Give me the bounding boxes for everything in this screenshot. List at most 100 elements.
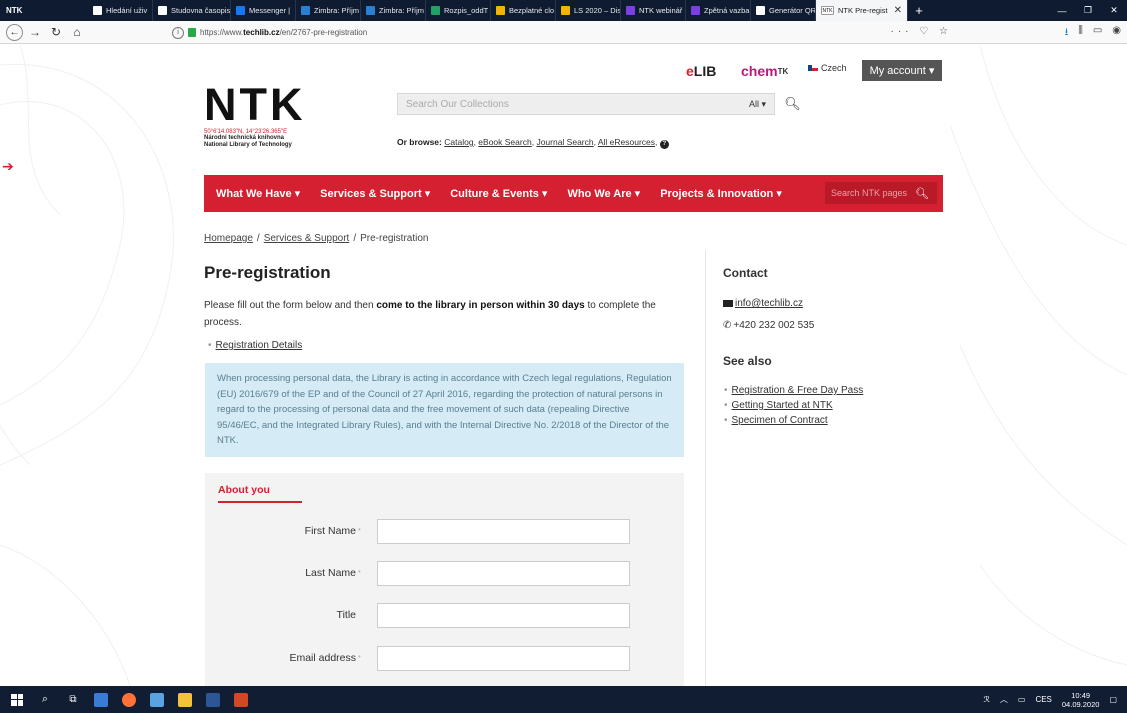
menu-who-we-are[interactable]: Who We Are ▾ — [567, 187, 640, 200]
browse-eresources-link[interactable]: All eResources — [598, 137, 655, 147]
my-account-button[interactable]: My account ▾ — [862, 60, 942, 81]
close-window-icon[interactable]: ✕ — [1101, 5, 1127, 16]
windows-taskbar: ⌕ ⧉ ℛ ︿ ▭ CES 10:49 04.09.2020 ▢ — [0, 686, 1127, 713]
url-host: techlib.cz — [243, 28, 280, 37]
email-field[interactable] — [377, 646, 630, 671]
taskbar-app-word[interactable] — [202, 690, 224, 710]
browser-tab[interactable]: Messenger | — [231, 0, 296, 21]
list-item: • Getting Started at NTK — [724, 400, 833, 411]
elib-link[interactable]: e LIB — [686, 63, 716, 79]
search-icon[interactable]: 🔍︎ — [779, 93, 806, 115]
browser-tab[interactable]: Zimbra: Příjm — [296, 0, 361, 21]
first-name-label: First Name — [304, 525, 356, 537]
menu-what-we-have[interactable]: What We Have ▾ — [216, 187, 300, 200]
reload-icon[interactable]: ↻ — [47, 23, 65, 41]
browse-journal-link[interactable]: Journal Search — [536, 137, 593, 147]
search-icon[interactable]: ⌕ — [34, 690, 56, 710]
extension-icon[interactable]: ◉ — [1112, 25, 1121, 42]
tab-active-label: NTK Pre-regist — [838, 6, 888, 15]
site-info-icon[interactable]: i — [172, 26, 184, 39]
contact-phone: ✆ +420 232 002 535 — [723, 320, 814, 331]
breadcrumb-current: Pre-registration — [360, 233, 429, 244]
input-language[interactable]: CES — [1035, 695, 1051, 704]
browser-tab[interactable]: NTK webinář — [621, 0, 686, 21]
title-field[interactable] — [377, 603, 630, 628]
taskbar-app-paint[interactable] — [146, 690, 168, 710]
people-icon[interactable]: ℛ — [983, 695, 989, 704]
start-button[interactable] — [6, 690, 28, 710]
task-view-icon[interactable]: ⧉ — [62, 690, 84, 710]
browser-tab[interactable]: LS 2020 – Disk — [556, 0, 621, 21]
language-switch[interactable]: Czech — [808, 63, 847, 73]
forward-icon[interactable]: → — [26, 23, 44, 41]
collections-search-input[interactable] — [398, 94, 749, 114]
see-also-registration-link[interactable]: Registration & Free Day Pass — [732, 385, 864, 396]
download-icon[interactable]: ⭳ — [1065, 25, 1069, 42]
tab-favicon-icon — [691, 6, 700, 15]
notifications-icon[interactable]: ▢ — [1109, 695, 1117, 704]
taskbar-app-remote[interactable] — [90, 690, 112, 710]
list-item: • Registration & Free Day Pass — [724, 385, 864, 396]
tab-favicon-icon — [301, 6, 310, 15]
breadcrumb-section[interactable]: Services & Support — [264, 233, 350, 244]
see-also-specimen-link[interactable]: Specimen of Contract — [732, 415, 828, 426]
browser-tab[interactable]: Zpětná vazba — [686, 0, 751, 21]
ntk-logo[interactable]: NTK 50°6'14.083"N, 14°23'26.365"E Národn… — [204, 82, 305, 149]
search-scope-select[interactable]: All ▾ — [749, 99, 774, 110]
clock[interactable]: 10:49 04.09.2020 — [1062, 691, 1100, 709]
email-link[interactable]: info@techlib.cz — [735, 298, 803, 309]
clock-date: 04.09.2020 — [1061, 699, 1100, 709]
restore-icon[interactable]: ❐ — [1075, 5, 1101, 16]
minimize-icon[interactable]: — — [1049, 6, 1075, 16]
taskbar-app-explorer[interactable] — [174, 690, 196, 710]
taskbar-app-firefox[interactable] — [118, 690, 140, 710]
tab-favicon-icon — [431, 6, 440, 15]
taskbar-app-powerpoint[interactable] — [230, 690, 252, 710]
list-item: • Specimen of Contract — [724, 415, 828, 426]
url-prefix: https://www. — [200, 28, 244, 37]
title-label: Title — [336, 609, 356, 621]
back-icon[interactable]: ← — [6, 23, 23, 41]
sidebar-icon[interactable]: ▭ — [1093, 25, 1102, 42]
first-name-field[interactable] — [377, 519, 630, 544]
browser-tab[interactable]: Studovna časopis — [153, 0, 231, 21]
browse-catalog-link[interactable]: Catalog — [444, 137, 473, 147]
site-search-input[interactable] — [825, 183, 915, 203]
menu-services-support[interactable]: Services & Support ▾ — [320, 187, 430, 200]
paint-icon — [150, 692, 164, 707]
library-icon[interactable]: ⫼ — [1078, 25, 1083, 42]
browser-tab[interactable]: Rozpis_oddT — [426, 0, 491, 21]
menu-projects-innovation[interactable]: Projects & Innovation ▾ — [660, 187, 782, 200]
browser-navbar: ← → ↻ ⌂ i https://www. techlib.cz/en/2767… — [0, 21, 1127, 44]
help-icon[interactable]: ? — [659, 140, 669, 149]
logo-name-en: National Library of Technology — [204, 142, 292, 148]
browser-tab[interactable]: Generátor QR — [751, 0, 816, 21]
network-icon[interactable]: ▭ — [1018, 695, 1026, 704]
last-name-field[interactable] — [377, 561, 630, 586]
browser-tab-label: Zimbra: Příjm — [379, 6, 424, 15]
browser-tab[interactable]: Bezplatné clo — [491, 0, 556, 21]
tab-close-icon[interactable]: ✕ — [894, 5, 902, 16]
browser-tab[interactable]: Hledání uživ — [88, 0, 153, 21]
tab-active[interactable]: NTK NTK Pre-regist ✕ — [816, 0, 908, 21]
chemtk-link[interactable]: chem TK — [741, 63, 788, 79]
site-search-icon[interactable]: 🔍︎ — [915, 187, 929, 200]
required-marker: • — [358, 525, 361, 534]
required-marker: • — [358, 652, 361, 661]
menu-culture-events[interactable]: Culture & Events ▾ — [450, 187, 547, 200]
home-icon[interactable]: ⌂ — [68, 23, 86, 41]
url-bar[interactable]: i https://www. techlib.cz/en/2767-pre-reg… — [172, 23, 960, 42]
browser-tab-bar: NTK Hledání uživ Studovna časopis Messenge… — [0, 0, 1127, 21]
breadcrumb-home[interactable]: Homepage — [204, 233, 253, 244]
browse-ebook-link[interactable]: eBook Search — [478, 137, 531, 147]
last-name-label: Last Name — [305, 567, 356, 579]
page-actions-icon[interactable]: ··· ♡ ☆ — [891, 26, 952, 37]
phone-number: +420 232 002 535 — [733, 320, 815, 331]
tray-chevron-icon[interactable]: ︿ — [1000, 694, 1008, 705]
tab-favicon-icon — [236, 6, 245, 15]
browser-tab-label: NTK webinář — [639, 6, 683, 15]
registration-details-link[interactable]: Registration Details — [216, 340, 303, 351]
see-also-getting-started-link[interactable]: Getting Started at NTK — [732, 400, 833, 411]
new-tab-icon[interactable]: + — [908, 3, 930, 18]
browser-tab[interactable]: Zimbra: Příjm — [361, 0, 426, 21]
